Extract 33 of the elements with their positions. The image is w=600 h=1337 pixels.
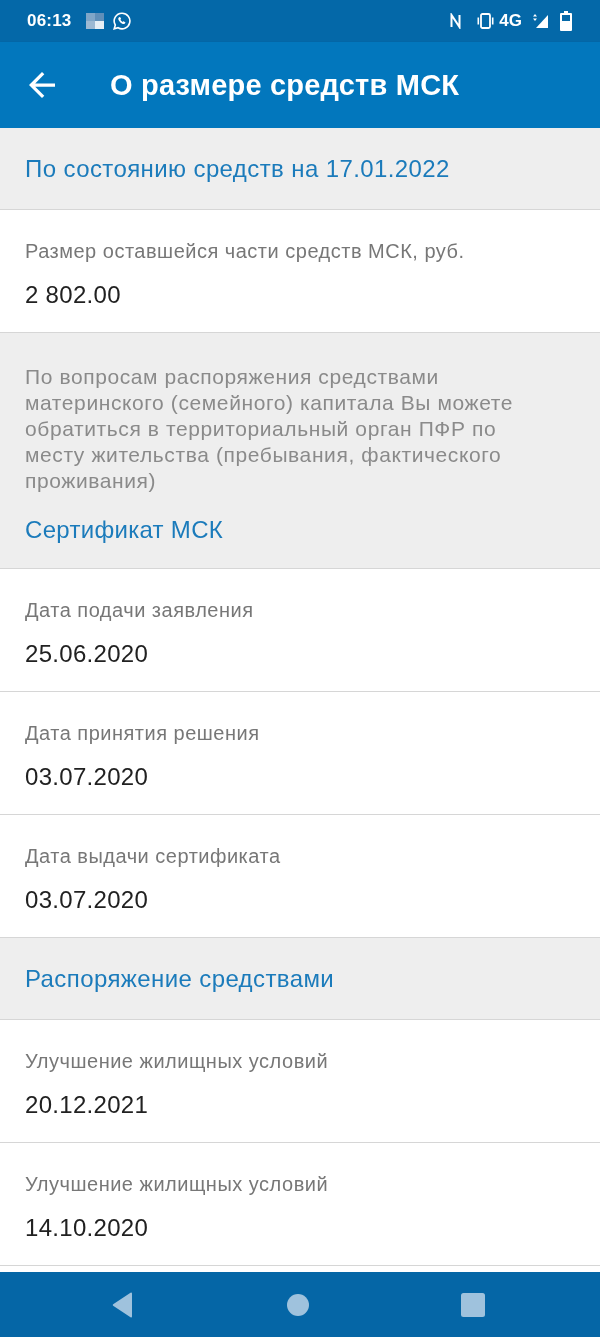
vibrate-icon <box>476 13 496 29</box>
home-circle-icon <box>286 1293 309 1316</box>
status-time: 06:13 <box>27 11 72 31</box>
field-value: 25.06.2020 <box>25 641 149 667</box>
section-title: По состоянию средств на 17.01.2022 <box>25 156 451 182</box>
field-value: 03.07.2020 <box>25 887 149 913</box>
field-label: Дата принятия решения <box>25 722 260 744</box>
recents-square-icon <box>461 1292 485 1317</box>
field-value: 14.10.2020 <box>25 1215 149 1241</box>
nav-recents-button[interactable] <box>461 1292 485 1317</box>
battery-icon <box>560 11 572 31</box>
field-label: Улучшение жилищных условий <box>25 1050 329 1072</box>
info-text: По вопросам распоряжения средствами материнского (семейного) капитала Вы можете обратиться в территориальный орган ПФР по месту жительства (пребывания, фактического проживания) <box>25 364 514 494</box>
field-value: 2 802.00 <box>25 282 121 308</box>
nav-back-button[interactable] <box>112 1291 134 1318</box>
screen-title: О размере средств МСК <box>110 68 460 102</box>
signal-icon <box>531 13 549 29</box>
nfc-icon <box>450 13 462 29</box>
field-label: Дата выдачи сертификата <box>25 845 281 867</box>
back-triangle-icon <box>112 1291 134 1318</box>
section-title: Распоряжение средствами <box>25 966 336 992</box>
chat-bubble-icon <box>113 12 132 30</box>
field-value: 20.12.2021 <box>25 1092 149 1118</box>
back-arrow-icon <box>29 72 55 98</box>
field-label: Размер оставшейся части средств МСК, руб. <box>25 240 465 262</box>
field-value: 03.07.2020 <box>25 764 149 790</box>
certificate-link[interactable]: Сертификат МСК <box>25 516 224 544</box>
notification-thumbnail-icon <box>86 13 105 29</box>
nav-home-button[interactable] <box>286 1293 309 1316</box>
field-label: Дата подачи заявления <box>25 599 254 621</box>
field-label: Улучшение жилищных условий <box>25 1173 329 1195</box>
network-type: 4G <box>499 11 522 31</box>
back-button[interactable] <box>29 72 55 98</box>
